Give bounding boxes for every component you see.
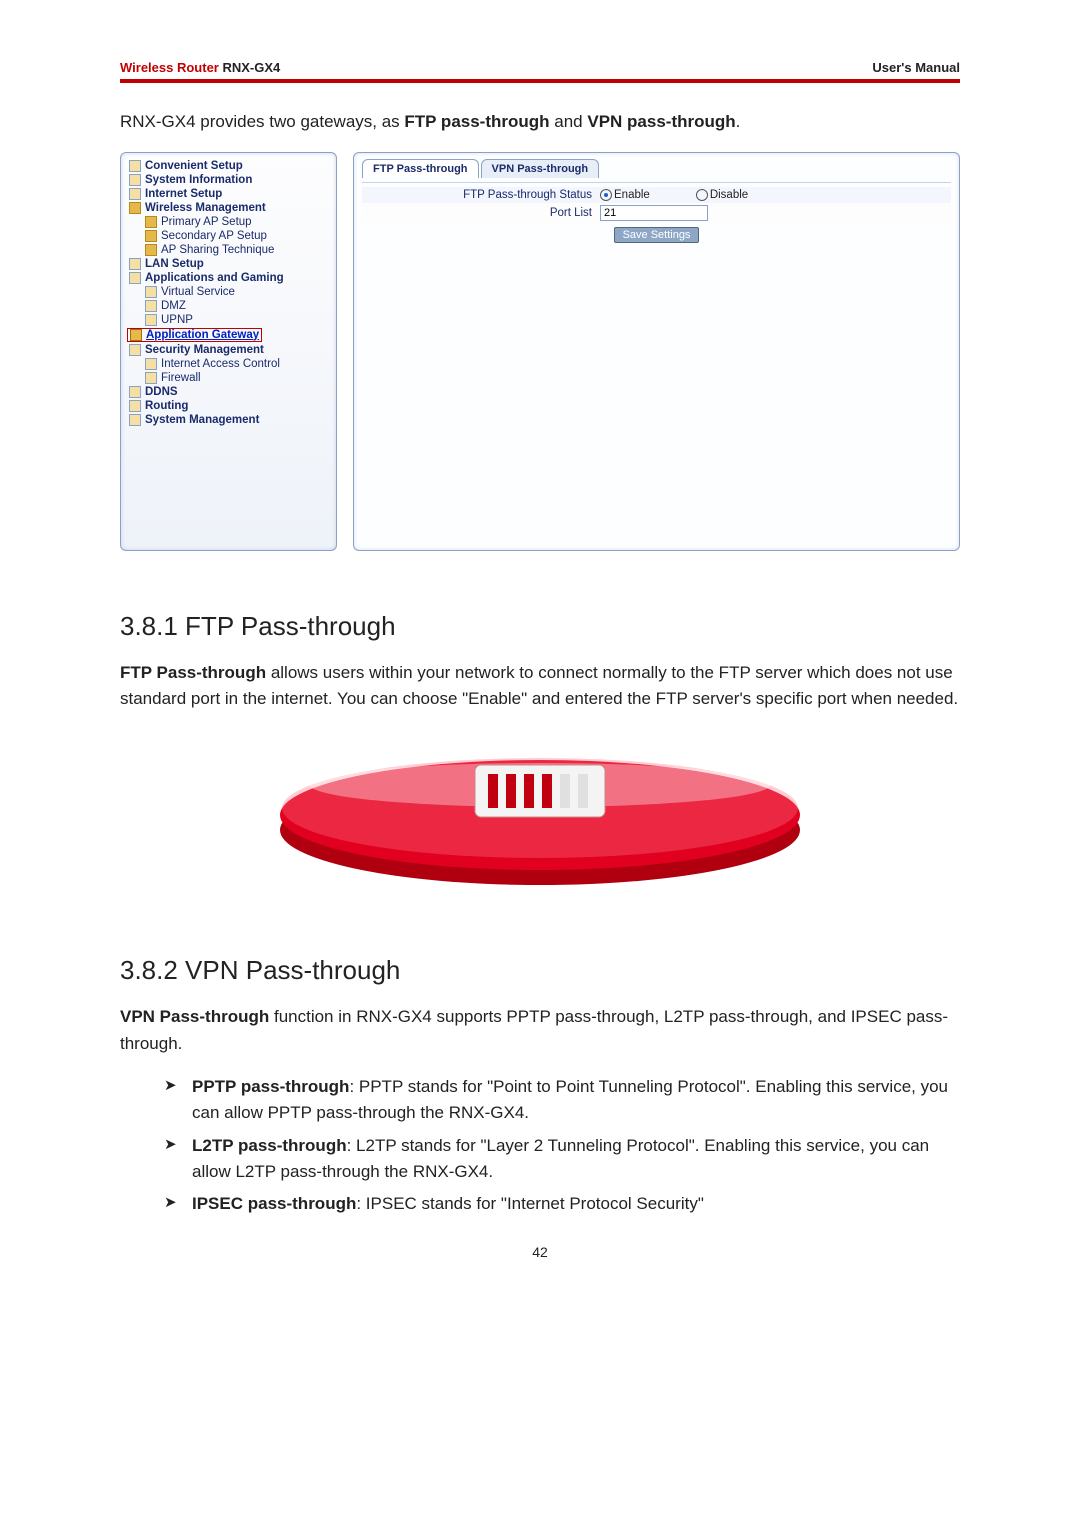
brand-label: Wireless Router: [120, 60, 219, 75]
folder-icon: [145, 244, 157, 256]
page-icon: [129, 344, 141, 356]
radio-dot-icon: [696, 189, 708, 201]
vpn-bullet-list: PPTP pass-through: PPTP stands for "Poin…: [120, 1074, 960, 1218]
nav-internet-access-control[interactable]: Internet Access Control: [127, 357, 332, 371]
nav-tree: Convenient Setup System Information Inte…: [120, 152, 337, 551]
config-panel: FTP Pass-through VPN Pass-through FTP Pa…: [353, 152, 960, 551]
model-label: RNX-GX4: [222, 60, 280, 75]
page-icon: [129, 174, 141, 186]
admin-screenshot: Convenient Setup System Information Inte…: [120, 152, 960, 551]
bullet-l2tp: L2TP pass-through: L2TP stands for "Laye…: [164, 1133, 960, 1186]
page-icon: [129, 188, 141, 200]
page-icon: [129, 272, 141, 284]
page-icon: [145, 372, 157, 384]
ftp-status-label: FTP Pass-through Status: [362, 189, 592, 201]
page-icon: [129, 414, 141, 426]
paragraph-382: VPN Pass-through function in RNX-GX4 sup…: [120, 1004, 960, 1057]
folder-icon: [129, 202, 141, 214]
page-icon: [130, 329, 142, 341]
port-list-input[interactable]: [600, 205, 708, 221]
router-illustration: [120, 730, 960, 895]
nav-firewall[interactable]: Firewall: [127, 371, 332, 385]
page-header: Wireless Router RNX-GX4 User's Manual: [120, 60, 960, 83]
nav-ap-sharing[interactable]: AP Sharing Technique: [127, 243, 332, 257]
intro-paragraph: RNX-GX4 provides two gateways, as FTP pa…: [120, 109, 960, 135]
nav-convenient-setup[interactable]: Convenient Setup: [127, 159, 332, 173]
port-list-label: Port List: [362, 207, 592, 219]
page-number: 42: [120, 1244, 960, 1260]
page-icon: [145, 300, 157, 312]
paragraph-381: FTP Pass-through allows users within you…: [120, 660, 960, 713]
tab-vpn-passthrough[interactable]: VPN Pass-through: [481, 159, 600, 178]
nav-application-gateway[interactable]: Application Gateway: [127, 328, 262, 342]
nav-upnp[interactable]: UPNP: [127, 313, 332, 327]
page-icon: [145, 314, 157, 326]
folder-icon: [145, 230, 157, 242]
radio-enable[interactable]: Enable: [600, 189, 650, 201]
page-icon: [129, 386, 141, 398]
nav-apps-gaming[interactable]: Applications and Gaming: [127, 271, 332, 285]
nav-dmz[interactable]: DMZ: [127, 299, 332, 313]
nav-security-management[interactable]: Security Management: [127, 343, 332, 357]
tab-ftp-passthrough[interactable]: FTP Pass-through: [362, 159, 479, 178]
save-settings-button[interactable]: Save Settings: [614, 227, 700, 243]
nav-system-management[interactable]: System Management: [127, 413, 332, 427]
radio-disable[interactable]: Disable: [696, 189, 748, 201]
nav-secondary-ap[interactable]: Secondary AP Setup: [127, 229, 332, 243]
page-icon: [129, 400, 141, 412]
page-icon: [145, 286, 157, 298]
folder-icon: [145, 216, 157, 228]
heading-381: 3.8.1 FTP Pass-through: [120, 611, 960, 642]
nav-system-information[interactable]: System Information: [127, 173, 332, 187]
page-icon: [145, 358, 157, 370]
manual-label: User's Manual: [872, 60, 960, 75]
page-icon: [129, 160, 141, 172]
bullet-pptp: PPTP pass-through: PPTP stands for "Poin…: [164, 1074, 960, 1127]
nav-lan-setup[interactable]: LAN Setup: [127, 257, 332, 271]
bullet-ipsec: IPSEC pass-through: IPSEC stands for "In…: [164, 1191, 960, 1217]
heading-382: 3.8.2 VPN Pass-through: [120, 955, 960, 986]
router-icon: [270, 730, 810, 895]
radio-dot-icon: [600, 189, 612, 201]
nav-primary-ap[interactable]: Primary AP Setup: [127, 215, 332, 229]
nav-wireless-management[interactable]: Wireless Management: [127, 201, 332, 215]
page-icon: [129, 258, 141, 270]
nav-routing[interactable]: Routing: [127, 399, 332, 413]
nav-ddns[interactable]: DDNS: [127, 385, 332, 399]
nav-internet-setup[interactable]: Internet Setup: [127, 187, 332, 201]
nav-virtual-service[interactable]: Virtual Service: [127, 285, 332, 299]
